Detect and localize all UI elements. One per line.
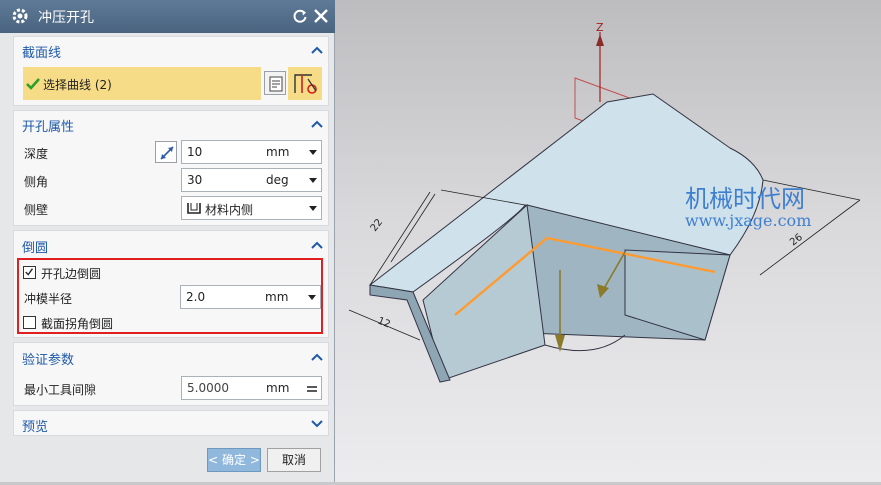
dropdown-arrow-icon[interactable]	[309, 178, 317, 183]
fillet-callout-box: 开孔边倒圆 冲模半径 2.0 mm 截面拐角倒圆	[17, 258, 323, 334]
chevron-up-icon[interactable]	[310, 45, 324, 55]
hole-properties-header[interactable]: 开孔属性	[22, 116, 74, 135]
depth-input[interactable]: 10 mm	[181, 140, 322, 164]
dropdown-arrow-icon[interactable]	[308, 295, 316, 300]
dialog-title: 冲压开孔	[38, 10, 94, 26]
fillet-header[interactable]: 倒圆	[22, 237, 48, 256]
sketch-icon	[269, 76, 283, 92]
hole-edge-fillet-checkbox[interactable]	[23, 266, 36, 279]
reverse-direction-icon	[160, 146, 174, 160]
side-angle-label: 侧角	[24, 175, 49, 189]
side-wall-label: 侧壁	[24, 203, 49, 217]
close-icon[interactable]	[312, 7, 330, 25]
select-curve-label: 选择曲线 (2)	[43, 78, 112, 92]
graphics-viewport[interactable]: Z 22 12 26 机械时代网 www.jxage.com	[335, 0, 881, 482]
material-inside-icon	[187, 203, 201, 214]
section-curve-header[interactable]: 截面线	[22, 42, 61, 61]
reset-icon[interactable]	[291, 7, 309, 25]
depth-label: 深度	[24, 147, 49, 161]
chevron-up-icon[interactable]	[310, 119, 324, 129]
gear-icon	[12, 8, 28, 24]
dimension-26: 26	[788, 232, 805, 249]
dimension-12: 12	[376, 316, 392, 331]
punch-hole-dialog: 冲压开孔 截面线 选择曲线 (2) 开孔属性 深度 10 mm 侧角 30 de…	[0, 0, 335, 482]
dimension-22: 22	[369, 217, 386, 234]
chevron-up-icon[interactable]	[310, 352, 324, 362]
corner-fillet-checkbox[interactable]	[23, 316, 36, 329]
min-tool-clearance-input[interactable]: 5.0000 mm	[181, 376, 322, 400]
reverse-direction-button[interactable]	[155, 141, 177, 163]
model-view: Z 22 12 26 机械时代网 www.jxage.com	[348, 21, 861, 383]
chevron-up-icon[interactable]	[310, 240, 324, 250]
corner-fillet-label: 截面拐角倒圆	[41, 317, 114, 331]
side-wall-select[interactable]: 材料内侧	[181, 196, 322, 220]
verify-header[interactable]: 验证参数	[22, 349, 74, 368]
checkmark-icon	[25, 268, 34, 276]
dropdown-arrow-icon[interactable]	[309, 206, 317, 211]
hole-properties-group: 开孔属性 深度 10 mm 侧角 30 deg 侧壁 材料内侧	[13, 110, 329, 226]
preview-group: 预览	[13, 410, 329, 436]
ok-button[interactable]: < 确定 >	[207, 448, 261, 472]
hole-edge-fillet-label: 开孔边倒圆	[41, 267, 102, 281]
equals-icon[interactable]	[306, 384, 318, 394]
verify-group: 验证参数 最小工具间隙 5.0000 mm	[13, 342, 329, 406]
side-angle-input[interactable]: 30 deg	[181, 168, 322, 192]
section-curve-group: 截面线 选择曲线 (2)	[13, 36, 329, 106]
dialog-titlebar: 冲压开孔	[0, 0, 335, 33]
min-tool-clearance-label: 最小工具间隙	[24, 383, 97, 397]
z-axis-label: Z	[596, 21, 604, 34]
preview-header[interactable]: 预览	[22, 416, 48, 435]
chevron-down-icon[interactable]	[310, 419, 324, 429]
select-curve-row[interactable]: 选择曲线 (2)	[23, 67, 261, 100]
punch-radius-input[interactable]: 2.0 mm	[180, 285, 321, 309]
cancel-button[interactable]: 取消	[267, 448, 321, 472]
sketch-section-button[interactable]	[264, 71, 286, 95]
curve-select-button[interactable]	[288, 67, 322, 100]
punch-radius-label: 冲模半径	[24, 292, 73, 306]
curve-rule-icon	[294, 74, 317, 94]
watermark-url: www.jxage.com	[685, 211, 811, 230]
watermark-title: 机械时代网	[685, 185, 805, 213]
checkmark-icon	[26, 78, 40, 90]
dropdown-arrow-icon[interactable]	[309, 150, 317, 155]
